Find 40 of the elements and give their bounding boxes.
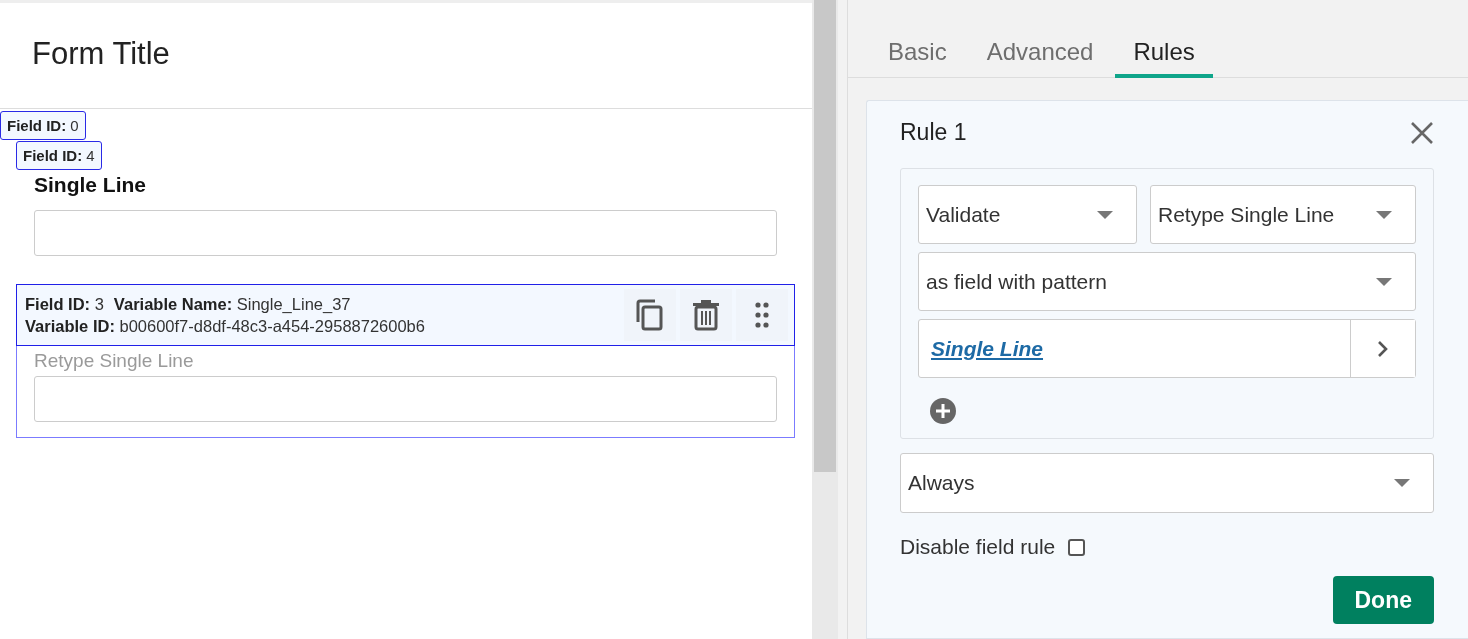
dropdown[interactable]: as field with pattern	[918, 252, 1416, 311]
field-link[interactable]: Single Line	[931, 336, 1043, 361]
tab[interactable]: Rules	[1115, 32, 1213, 78]
scrollbar-thumb[interactable]	[814, 0, 836, 472]
plus-circle-icon	[930, 398, 956, 424]
tab[interactable]: Advanced	[968, 32, 1112, 78]
dropdown[interactable]: Retype Single Line	[1150, 185, 1416, 244]
caret-icon	[1394, 479, 1410, 487]
checkbox-label: Disable field rule	[900, 535, 1056, 559]
rule-title: Rule 1	[900, 119, 967, 146]
dropdown-value: Always	[908, 471, 975, 495]
dropdown[interactable]: Always	[900, 453, 1434, 513]
caret-icon	[1097, 210, 1113, 219]
done-button[interactable]: Done	[1332, 576, 1434, 624]
add-button[interactable]	[930, 398, 956, 424]
tab[interactable]: Basic	[870, 32, 965, 78]
caret-icon	[1376, 277, 1392, 286]
field-label: Retype Single Line	[34, 350, 195, 372]
text-input-field[interactable]	[34, 376, 777, 422]
field-label: Single Line	[34, 173, 147, 197]
dropdown-value: as field with pattern	[926, 269, 1107, 294]
text-input-field[interactable]	[34, 210, 777, 256]
field-id-badge: Field ID: 0	[0, 111, 86, 140]
drag-handle[interactable]	[736, 289, 788, 341]
dropdown-value: Retype Single Line	[1158, 202, 1335, 227]
field-id-badge: Field ID: 4	[16, 141, 102, 170]
dropdown-value: Validate	[926, 202, 1001, 227]
close-icon	[1410, 120, 1434, 145]
trash-icon	[692, 299, 720, 331]
field-info-text: Field ID: 3	[25, 294, 104, 314]
field-info-text: Variable Name: Single_Line_37	[113, 294, 351, 314]
delete-button[interactable]	[680, 289, 732, 341]
caret-icon	[1376, 210, 1392, 219]
checkbox[interactable]	[1068, 538, 1086, 556]
field-info-text: Variable ID: b00600f7-d8df-48c3-a454-2958872600b6	[25, 316, 425, 336]
duplicate-button[interactable]	[624, 289, 676, 341]
dots-grid-icon	[755, 302, 769, 328]
chevron-right-icon	[1377, 339, 1389, 358]
dropdown[interactable]: Validate	[918, 185, 1137, 244]
close-button[interactable]	[1410, 120, 1434, 145]
